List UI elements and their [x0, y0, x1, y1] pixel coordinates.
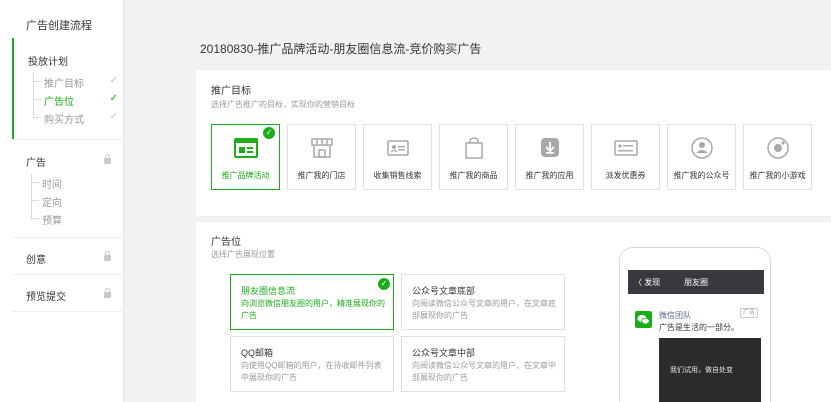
sidebar-item-placement[interactable]: 广告位 ✓	[33, 91, 126, 109]
official-account-icon	[690, 137, 714, 159]
goal-title: 推广目标	[211, 86, 251, 97]
sidebar-section-ad-label: 广告	[26, 158, 46, 169]
sidebar-section-plan: 投放计划 推广目标 ✓ 广告位 ✓ 购买方式 ✓	[12, 38, 124, 139]
goal-desc: 选择广告推广的目标，实现你的营销目标	[211, 100, 355, 109]
placement-title: 广告位	[211, 237, 241, 248]
ad-tag: 广告	[740, 308, 759, 318]
placement-option-desc: 向阅读微信公众号文章的用户，在文章中部展现你的广告	[412, 361, 556, 382]
sidebar-title: 广告创建流程	[26, 20, 92, 32]
sidebar-item-buy-method[interactable]: 购买方式 ✓	[33, 109, 126, 127]
placement-option-title: 公众号文章底部	[412, 286, 476, 296]
goal-card-coupon[interactable]: 派发优惠券	[591, 124, 660, 190]
coupon-icon	[614, 137, 638, 159]
sidebar: 广告创建流程 投放计划 推广目标 ✓ 广告位 ✓ 购买方式 ✓ 广告 时间 定向…	[0, 0, 124, 402]
sidebar-item-goal[interactable]: 推广目标 ✓	[33, 73, 126, 91]
placement-option-article-bottom[interactable]: 公众号文章底部 向阅读微信公众号文章的用户，在文章底部展现你的广告	[401, 274, 565, 330]
placement-option-desc: 向阅读微信公众号文章的用户，在文章底部展现你的广告	[412, 299, 556, 320]
goal-card-label: 推广我的门店	[297, 171, 346, 180]
goal-card-label: 推广品牌活动	[221, 171, 270, 180]
wechat-avatar-icon	[635, 311, 652, 328]
goal-card-label: 推广我的应用	[525, 171, 574, 180]
sidebar-section-ad: 广告 时间 定向 预算	[12, 140, 124, 236]
ad-text: 广告是生活的一部分。	[659, 323, 739, 332]
placement-option-title: 公众号文章中部	[412, 348, 476, 358]
sidebar-item-label: 定向	[42, 198, 62, 209]
goal-card-store[interactable]: 推广我的门店	[287, 124, 356, 190]
sidebar-section-submit-label: 预览提交	[26, 292, 66, 303]
sidebar-item-label: 广告位	[44, 97, 74, 108]
ad-image-text: 我们试用，做自处变	[670, 366, 733, 374]
phone-back-label: 〈 发现	[634, 278, 661, 287]
sidebar-section-submit: 预览提交	[12, 275, 124, 311]
phone-preview-screen: 〈 发现 朋友圈 微信团队 广告是生活的一部分。 广告 我们试用，做自处变	[628, 270, 764, 402]
app-download-icon	[538, 137, 562, 159]
lock-icon	[104, 154, 111, 164]
placement-option-title: QQ邮箱	[241, 348, 274, 358]
sidebar-section-creative-label: 创意	[26, 255, 46, 266]
placement-option-moments[interactable]: 朋友圈信息流 向浏览微信朋友圈的用户，精准展现你的广告	[230, 274, 394, 330]
sidebar-item-label: 预算	[42, 216, 62, 227]
placement-option-qq-mail[interactable]: QQ邮箱 向使用QQ邮箱的用户，在待收邮件列表中展现你的广告	[230, 336, 394, 392]
sales-lead-icon	[386, 137, 410, 159]
sidebar-item-label: 时间	[42, 180, 62, 191]
edit-icon[interactable]	[448, 42, 458, 52]
goal-card-mini-game[interactable]: 推广我的小游戏	[743, 124, 812, 190]
goal-card-sales-lead[interactable]: 收集销售线索	[363, 124, 432, 190]
lock-icon	[104, 288, 111, 298]
selected-check-icon: ✓	[378, 278, 390, 290]
placement-option-article-middle[interactable]: 公众号文章中部 向阅读微信公众号文章的用户，在文章中部展现你的广告	[401, 336, 565, 392]
sidebar-section-creative: 创意	[12, 238, 124, 274]
sidebar-item-budget: 预算	[31, 210, 124, 228]
placement-desc: 选择广告展现位置	[211, 250, 275, 259]
page-title: 20180830-推广品牌活动-朋友圈信息流-竞价购买广告	[200, 42, 482, 56]
ad-image: 我们试用，做自处变	[659, 338, 761, 402]
check-icon: ✓	[109, 75, 118, 86]
phone-nav-bar: 〈 发现 朋友圈	[628, 270, 764, 294]
goal-card-label: 推广我的小游戏	[749, 171, 806, 180]
selected-check-icon: ✓	[263, 127, 275, 139]
goal-card-label: 推广我的商品	[449, 171, 498, 180]
goal-card-label: 收集销售线索	[373, 171, 422, 180]
ad-account-name: 微信团队	[659, 311, 691, 320]
phone-nav-title: 朋友圈	[684, 278, 708, 287]
sidebar-item-label: 推广目标	[44, 79, 84, 90]
goal-card-product[interactable]: 推广我的商品	[439, 124, 508, 190]
goal-card-label: 推广我的公众号	[673, 171, 730, 180]
sidebar-item-label: 购买方式	[44, 115, 84, 126]
brand-activity-icon	[234, 137, 258, 159]
mini-game-icon	[766, 137, 790, 159]
placement-option-title: 朋友圈信息流	[241, 286, 296, 296]
sidebar-item-time: 时间	[31, 174, 124, 192]
placement-option-desc: 向使用QQ邮箱的用户，在待收邮件列表中展现你的广告	[241, 361, 382, 382]
check-icon: ✓	[109, 111, 118, 122]
goal-card-official-account[interactable]: 推广我的公众号	[667, 124, 736, 190]
placement-option-desc: 向浏览微信朋友圈的用户，精准展现你的广告	[241, 299, 385, 320]
store-icon	[310, 137, 334, 159]
shopping-bag-icon	[462, 137, 486, 159]
goal-card-label: 派发优惠券	[605, 171, 646, 180]
sidebar-section-plan-label[interactable]: 投放计划	[28, 53, 68, 68]
check-icon: ✓	[109, 93, 118, 104]
sidebar-item-targeting: 定向	[31, 192, 124, 210]
lock-icon	[104, 251, 111, 261]
goal-card-app[interactable]: 推广我的应用	[515, 124, 584, 190]
sidebar-divider	[12, 311, 124, 312]
